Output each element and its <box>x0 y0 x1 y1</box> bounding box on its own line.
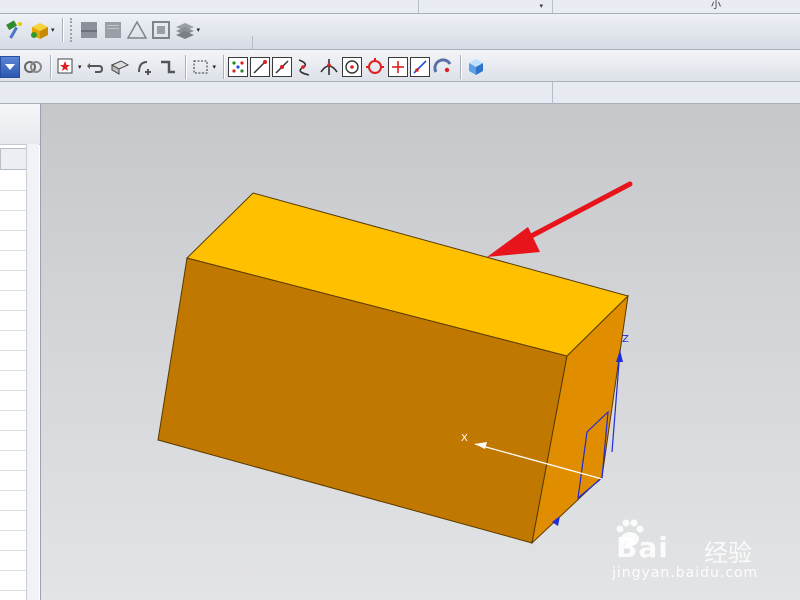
x-axis-label: X <box>461 433 468 444</box>
list-item[interactable] <box>0 550 26 571</box>
navigator-column-header[interactable] <box>0 148 28 170</box>
layer-icon[interactable] <box>78 19 100 41</box>
watermark-url: jingyan.baidu.com <box>612 565 759 581</box>
navigator-header <box>0 104 40 145</box>
quadrant-circle-icon[interactable] <box>364 56 386 78</box>
toolbar-grip <box>69 18 75 42</box>
toolbar-2: ▾ ▾ <box>0 55 489 79</box>
cube-view-icon[interactable] <box>465 56 487 78</box>
toolbar-1: ▾ ▾ <box>4 18 203 42</box>
z-axis-label: Z <box>622 334 629 345</box>
toolbar-divider <box>252 36 253 50</box>
selection-box-icon[interactable] <box>190 56 212 78</box>
assembly-icon[interactable] <box>28 19 50 41</box>
undo-arrow-icon[interactable] <box>85 56 107 78</box>
baidu-watermark: Bai 经验 jingyan.baidu.com <box>612 515 792 595</box>
part-navigator[interactable] <box>0 104 41 600</box>
chevron-down-icon[interactable]: ▾ <box>213 63 217 71</box>
chevron-down-icon[interactable]: ▾ <box>78 63 82 71</box>
list-item[interactable] <box>0 450 26 471</box>
midpoint-line-icon[interactable] <box>272 57 293 77</box>
list-item[interactable] <box>0 310 26 331</box>
list-item[interactable] <box>0 390 26 411</box>
toolbar-separator <box>61 18 63 42</box>
toolbar-divider <box>552 82 553 104</box>
list-item[interactable] <box>0 210 26 231</box>
center-circle-icon[interactable] <box>342 57 363 77</box>
chevron-down-icon[interactable]: ▾ <box>51 26 55 34</box>
watermark-brand: Bai <box>616 531 669 564</box>
snap-star-icon[interactable] <box>55 56 77 78</box>
list-item[interactable] <box>0 570 26 591</box>
top-strip: ▾ 小 <box>0 0 800 14</box>
shape-link-icon[interactable] <box>22 56 44 78</box>
toolbar-separator <box>223 55 225 79</box>
point-grid-icon[interactable] <box>228 57 249 77</box>
watermark-cn-text: 经验 <box>704 539 752 567</box>
list-item[interactable] <box>0 510 26 531</box>
list-item[interactable] <box>0 190 26 211</box>
list-item[interactable] <box>0 470 26 491</box>
intersection-icon[interactable] <box>318 56 340 78</box>
toolbar-row-3 <box>0 82 800 104</box>
list-item[interactable] <box>0 270 26 291</box>
frame-icon[interactable] <box>150 19 172 41</box>
view-dropdown-icon[interactable] <box>0 56 20 78</box>
stack-icon[interactable] <box>174 19 196 41</box>
list-item[interactable] <box>0 230 26 251</box>
triangle-icon[interactable] <box>126 19 148 41</box>
endpoint-line-icon[interactable] <box>250 57 271 77</box>
toolbar-row-1: ▾ ▾ <box>0 14 800 50</box>
list-item[interactable] <box>0 410 26 431</box>
toolbar-separator <box>50 55 51 79</box>
tangent-line-icon[interactable] <box>410 57 431 77</box>
annotation-arrow <box>487 181 633 257</box>
curve-icon[interactable] <box>294 56 316 78</box>
command-finder-combo[interactable]: ▾ <box>418 0 547 13</box>
layer-gray-icon[interactable] <box>102 19 124 41</box>
navigator-splitter[interactable] <box>26 144 39 600</box>
list-item[interactable] <box>0 370 26 391</box>
list-item[interactable] <box>0 330 26 351</box>
routing-icon[interactable] <box>157 56 179 78</box>
part-icon[interactable] <box>109 56 131 78</box>
list-item[interactable] <box>0 170 26 191</box>
gear-point-icon[interactable] <box>133 56 155 78</box>
arc-center-icon[interactable] <box>432 56 454 78</box>
hammer-wand-icon[interactable] <box>4 19 26 41</box>
toolbar-separator <box>184 55 186 79</box>
toolbar-separator <box>460 55 462 79</box>
list-item[interactable] <box>0 350 26 371</box>
list-item[interactable] <box>0 430 26 451</box>
list-item[interactable] <box>0 290 26 311</box>
toolbar-row-2: ▾ ▾ <box>0 50 800 82</box>
list-item[interactable] <box>0 250 26 271</box>
chevron-down-icon[interactable]: ▾ <box>539 2 543 10</box>
chevron-down-icon[interactable]: ▾ <box>197 26 201 34</box>
search-combo-text: 小 <box>711 0 721 11</box>
list-item[interactable] <box>0 490 26 511</box>
search-combo[interactable]: 小 <box>552 0 800 13</box>
plus-point-icon[interactable] <box>388 57 409 77</box>
list-item[interactable] <box>0 530 26 551</box>
graphics-viewport[interactable]: X Z Bai 经验 jingyan.baidu.com <box>41 104 800 600</box>
